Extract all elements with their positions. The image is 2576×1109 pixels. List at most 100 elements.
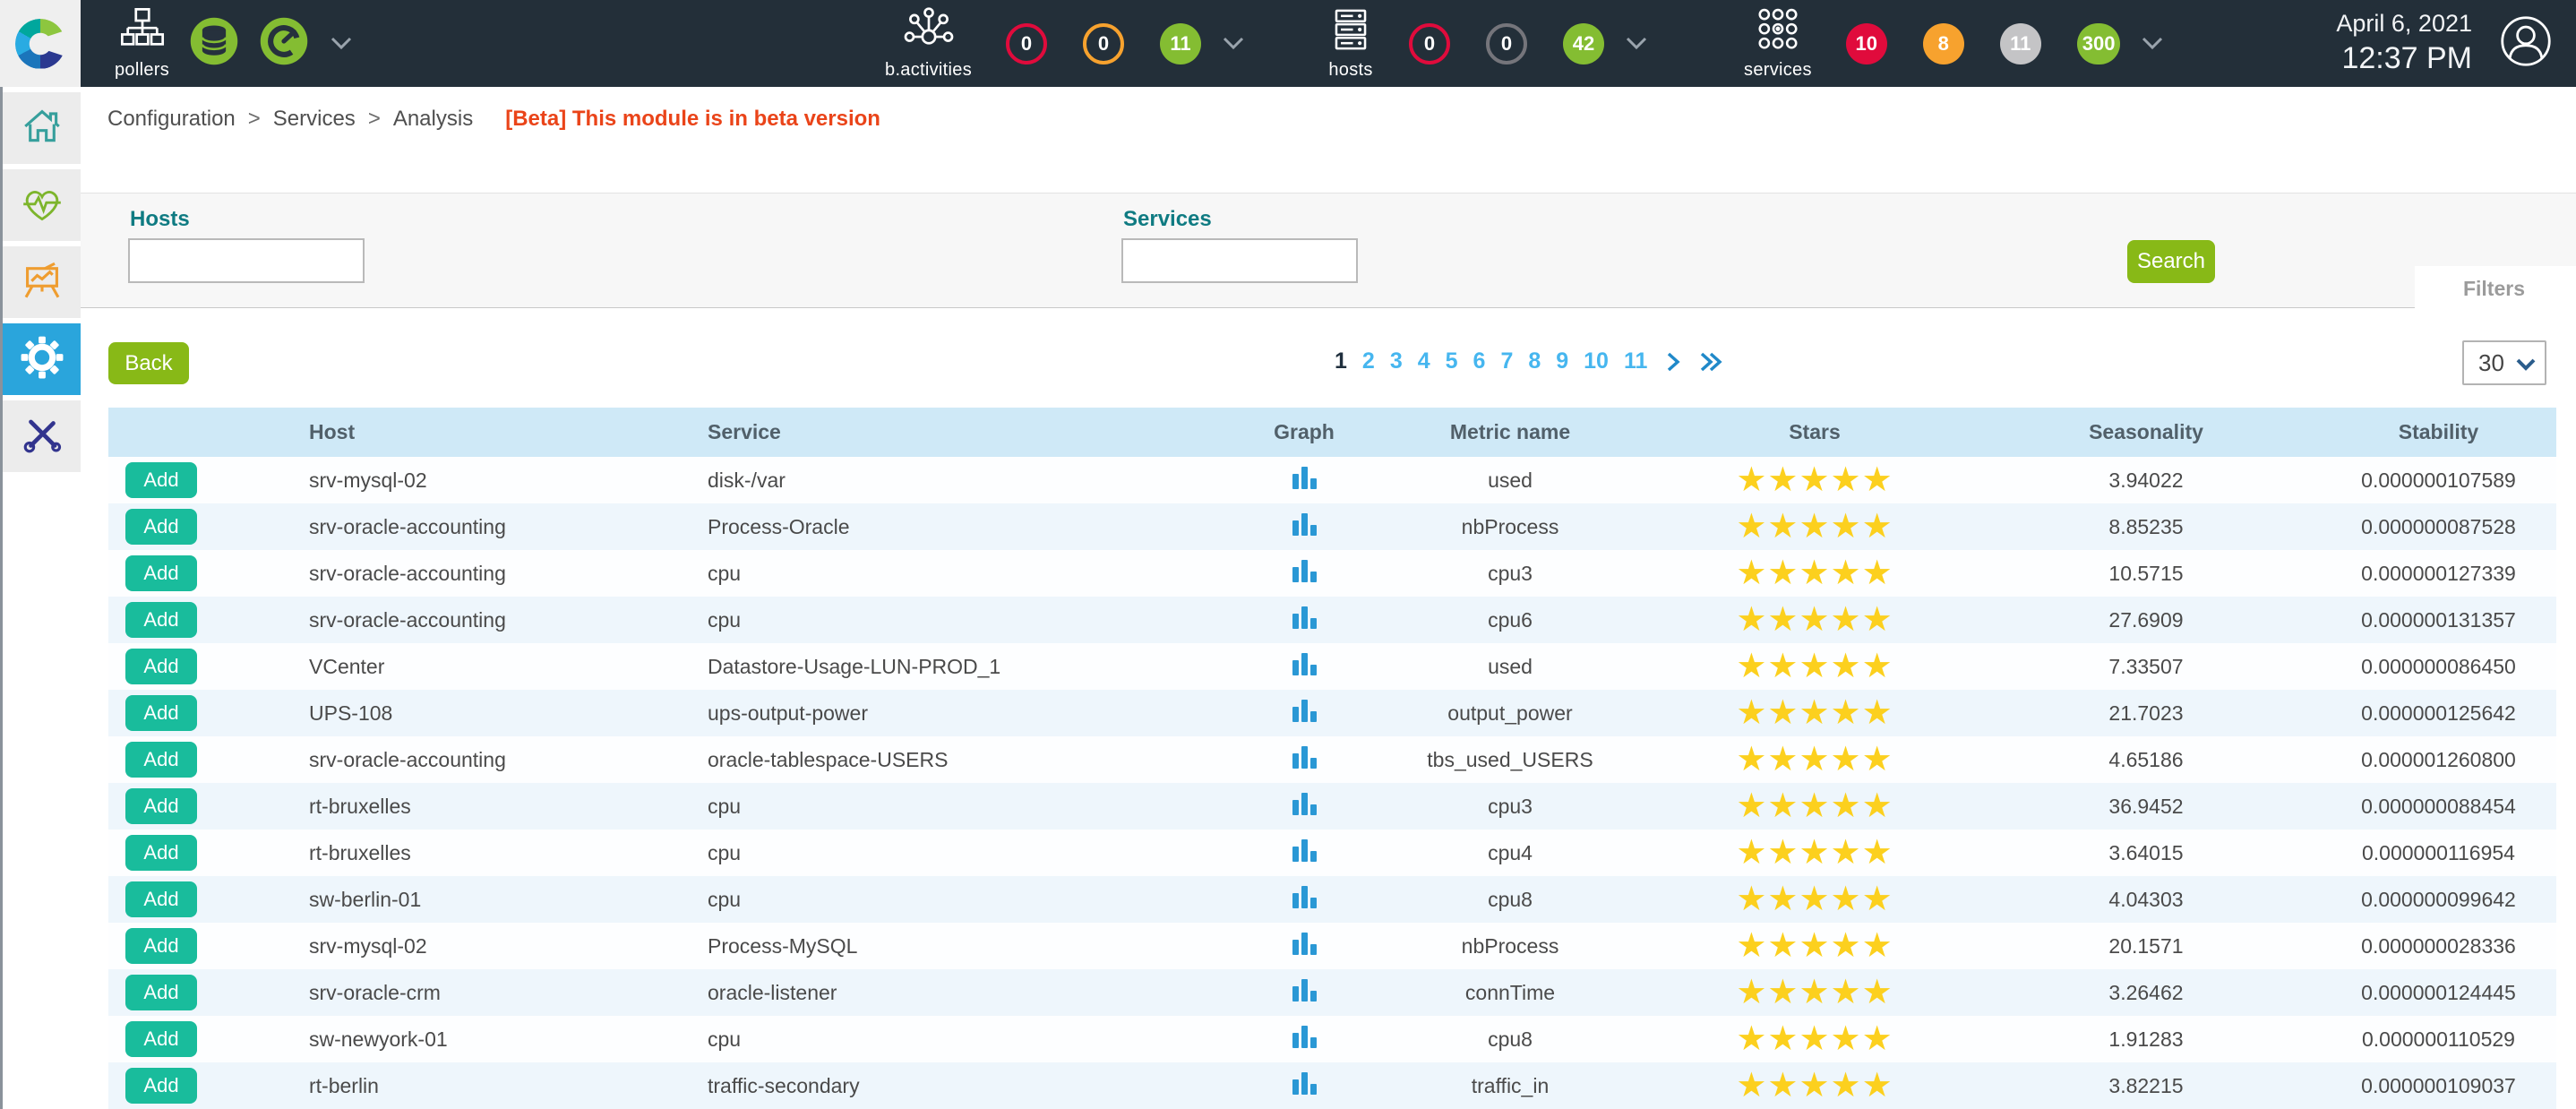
add-button[interactable]: Add xyxy=(125,509,197,545)
table-row: Addsrv-mysql-02Process-MySQLnbProcess★★★… xyxy=(108,923,2556,969)
pagination-page[interactable]: 3 xyxy=(1390,348,1403,374)
pagination-page-current[interactable]: 1 xyxy=(1335,348,1347,374)
add-button[interactable]: Add xyxy=(125,742,197,778)
back-button[interactable]: Back xyxy=(108,342,189,384)
hosts-filter-input[interactable] xyxy=(128,238,365,283)
services-status[interactable]: services xyxy=(1744,6,1812,81)
pagination-page[interactable]: 11 xyxy=(1624,348,1647,374)
graph-bars-icon[interactable] xyxy=(1292,932,1317,955)
breadcrumb-link-services[interactable]: Services xyxy=(273,107,356,132)
status-badge-fill-green[interactable]: 300 xyxy=(2077,23,2121,64)
business-activities-status[interactable]: b.activities xyxy=(885,6,972,81)
search-button[interactable]: Search xyxy=(2127,240,2215,283)
action-cell: Add xyxy=(108,550,252,597)
breadcrumb-link-analysis[interactable]: Analysis xyxy=(393,107,473,132)
graph-bars-icon[interactable] xyxy=(1292,466,1317,489)
add-button[interactable]: Add xyxy=(125,649,197,684)
star-rating: ★★★★★ xyxy=(1736,508,1893,546)
status-badge-fill-gray[interactable]: 11 xyxy=(2000,23,2041,64)
page-size-select[interactable]: 30 xyxy=(2462,340,2546,385)
add-button[interactable]: Add xyxy=(125,881,197,917)
sidebar-item-administration[interactable] xyxy=(3,400,81,472)
pagination-page[interactable]: 5 xyxy=(1446,348,1458,374)
graph-bars-icon[interactable] xyxy=(1292,652,1317,675)
graph-bars-icon[interactable] xyxy=(1292,1025,1317,1048)
next-page-icon[interactable] xyxy=(1666,351,1680,373)
add-button[interactable]: Add xyxy=(125,975,197,1010)
status-badge-outline-orange[interactable]: 0 xyxy=(1083,23,1124,64)
graph-bars-icon[interactable] xyxy=(1292,745,1317,769)
status-badge-outline-red[interactable]: 0 xyxy=(1409,23,1450,64)
action-cell: Add xyxy=(108,457,252,503)
seasonality-cell: 3.94022 xyxy=(1971,457,2321,503)
graph-bars-icon[interactable] xyxy=(1292,699,1317,722)
add-button[interactable]: Add xyxy=(125,602,197,638)
graph-bars-icon[interactable] xyxy=(1292,885,1317,908)
graph-cell xyxy=(1246,923,1362,969)
sidebar-item-reporting[interactable] xyxy=(3,246,81,318)
table-row: Addsrv-mysql-02disk-/varused★★★★★3.94022… xyxy=(108,457,2556,503)
add-button[interactable]: Add xyxy=(125,835,197,871)
user-menu[interactable] xyxy=(2499,14,2553,73)
pagination-page[interactable]: 8 xyxy=(1528,348,1541,374)
status-badge-fill-green[interactable]: 11 xyxy=(1160,23,1201,64)
stability-cell: 0.000000087528 xyxy=(2321,503,2556,550)
graph-bars-icon[interactable] xyxy=(1292,606,1317,629)
status-badge-outline-gray[interactable]: 0 xyxy=(1486,23,1527,64)
metric-cell: cpu6 xyxy=(1362,597,1658,643)
sidebar-item-home[interactable] xyxy=(3,92,81,164)
seasonality-cell: 1.91283 xyxy=(1971,1016,2321,1062)
status-badge-fill-orange[interactable]: 8 xyxy=(1923,23,1964,64)
filters-panel-toggle[interactable]: Filters xyxy=(2415,266,2576,311)
stars-cell: ★★★★★ xyxy=(1658,969,1971,1016)
topbar-group-services: services 10 8 11 300 xyxy=(1744,6,2163,81)
add-button[interactable]: Add xyxy=(125,1021,197,1057)
pagination-page[interactable]: 7 xyxy=(1500,348,1513,374)
table-row: Addrt-berlintraffic-secondarytraffic_in★… xyxy=(108,1062,2556,1109)
graph-bars-icon[interactable] xyxy=(1292,512,1317,536)
action-cell: Add xyxy=(108,783,252,830)
status-badge-outline-red[interactable]: 0 xyxy=(1006,23,1047,64)
add-button[interactable]: Add xyxy=(125,695,197,731)
breadcrumb-link-configuration[interactable]: Configuration xyxy=(107,107,236,132)
home-icon xyxy=(20,104,64,153)
services-chevron-down-icon[interactable] xyxy=(2142,37,2163,50)
pagination-page[interactable]: 10 xyxy=(1584,348,1609,374)
pagination-page[interactable]: 2 xyxy=(1362,348,1375,374)
last-page-icon[interactable] xyxy=(1699,351,1722,373)
centreon-logo[interactable] xyxy=(0,0,81,87)
add-button[interactable]: Add xyxy=(125,1068,197,1104)
stars-cell: ★★★★★ xyxy=(1658,876,1971,923)
add-button[interactable]: Add xyxy=(125,555,197,591)
pollers-label: pollers xyxy=(115,60,169,81)
status-badge-fill-red[interactable]: 10 xyxy=(1846,23,1887,64)
pagination-page[interactable]: 6 xyxy=(1473,348,1486,374)
sidebar-item-configuration[interactable] xyxy=(3,323,81,395)
hosts-status[interactable]: hosts xyxy=(1327,6,1375,81)
graph-bars-icon[interactable] xyxy=(1292,559,1317,582)
graph-cell xyxy=(1246,550,1362,597)
business-activities-chevron-down-icon[interactable] xyxy=(1223,37,1244,50)
add-button[interactable]: Add xyxy=(125,788,197,824)
column-header-stars: Stars xyxy=(1658,408,1971,457)
pagination-page[interactable]: 9 xyxy=(1556,348,1568,374)
poller-database-icon[interactable] xyxy=(189,16,239,71)
graph-bars-icon[interactable] xyxy=(1292,838,1317,862)
graph-bars-icon[interactable] xyxy=(1292,1071,1317,1095)
pollers-chevron-down-icon[interactable] xyxy=(331,37,352,50)
sidebar-item-monitoring[interactable] xyxy=(3,169,81,241)
graph-bars-icon[interactable] xyxy=(1292,978,1317,1002)
pollers-status[interactable]: pollers xyxy=(115,6,169,81)
star-rating: ★★★★★ xyxy=(1736,648,1893,685)
hosts-chevron-down-icon[interactable] xyxy=(1626,37,1647,50)
poller-latency-gauge-icon[interactable] xyxy=(259,16,309,71)
status-badge-fill-green[interactable]: 42 xyxy=(1563,23,1604,64)
topbar-group-hosts: hosts 00 42 xyxy=(1327,6,1647,81)
pagination-page[interactable]: 4 xyxy=(1418,348,1430,374)
graph-bars-icon[interactable] xyxy=(1292,792,1317,815)
services-filter-input[interactable] xyxy=(1121,238,1358,283)
action-cell: Add xyxy=(108,830,252,876)
service-cell: Datastore-Usage-LUN-PROD_1 xyxy=(650,643,1246,690)
add-button[interactable]: Add xyxy=(125,462,197,498)
add-button[interactable]: Add xyxy=(125,928,197,964)
